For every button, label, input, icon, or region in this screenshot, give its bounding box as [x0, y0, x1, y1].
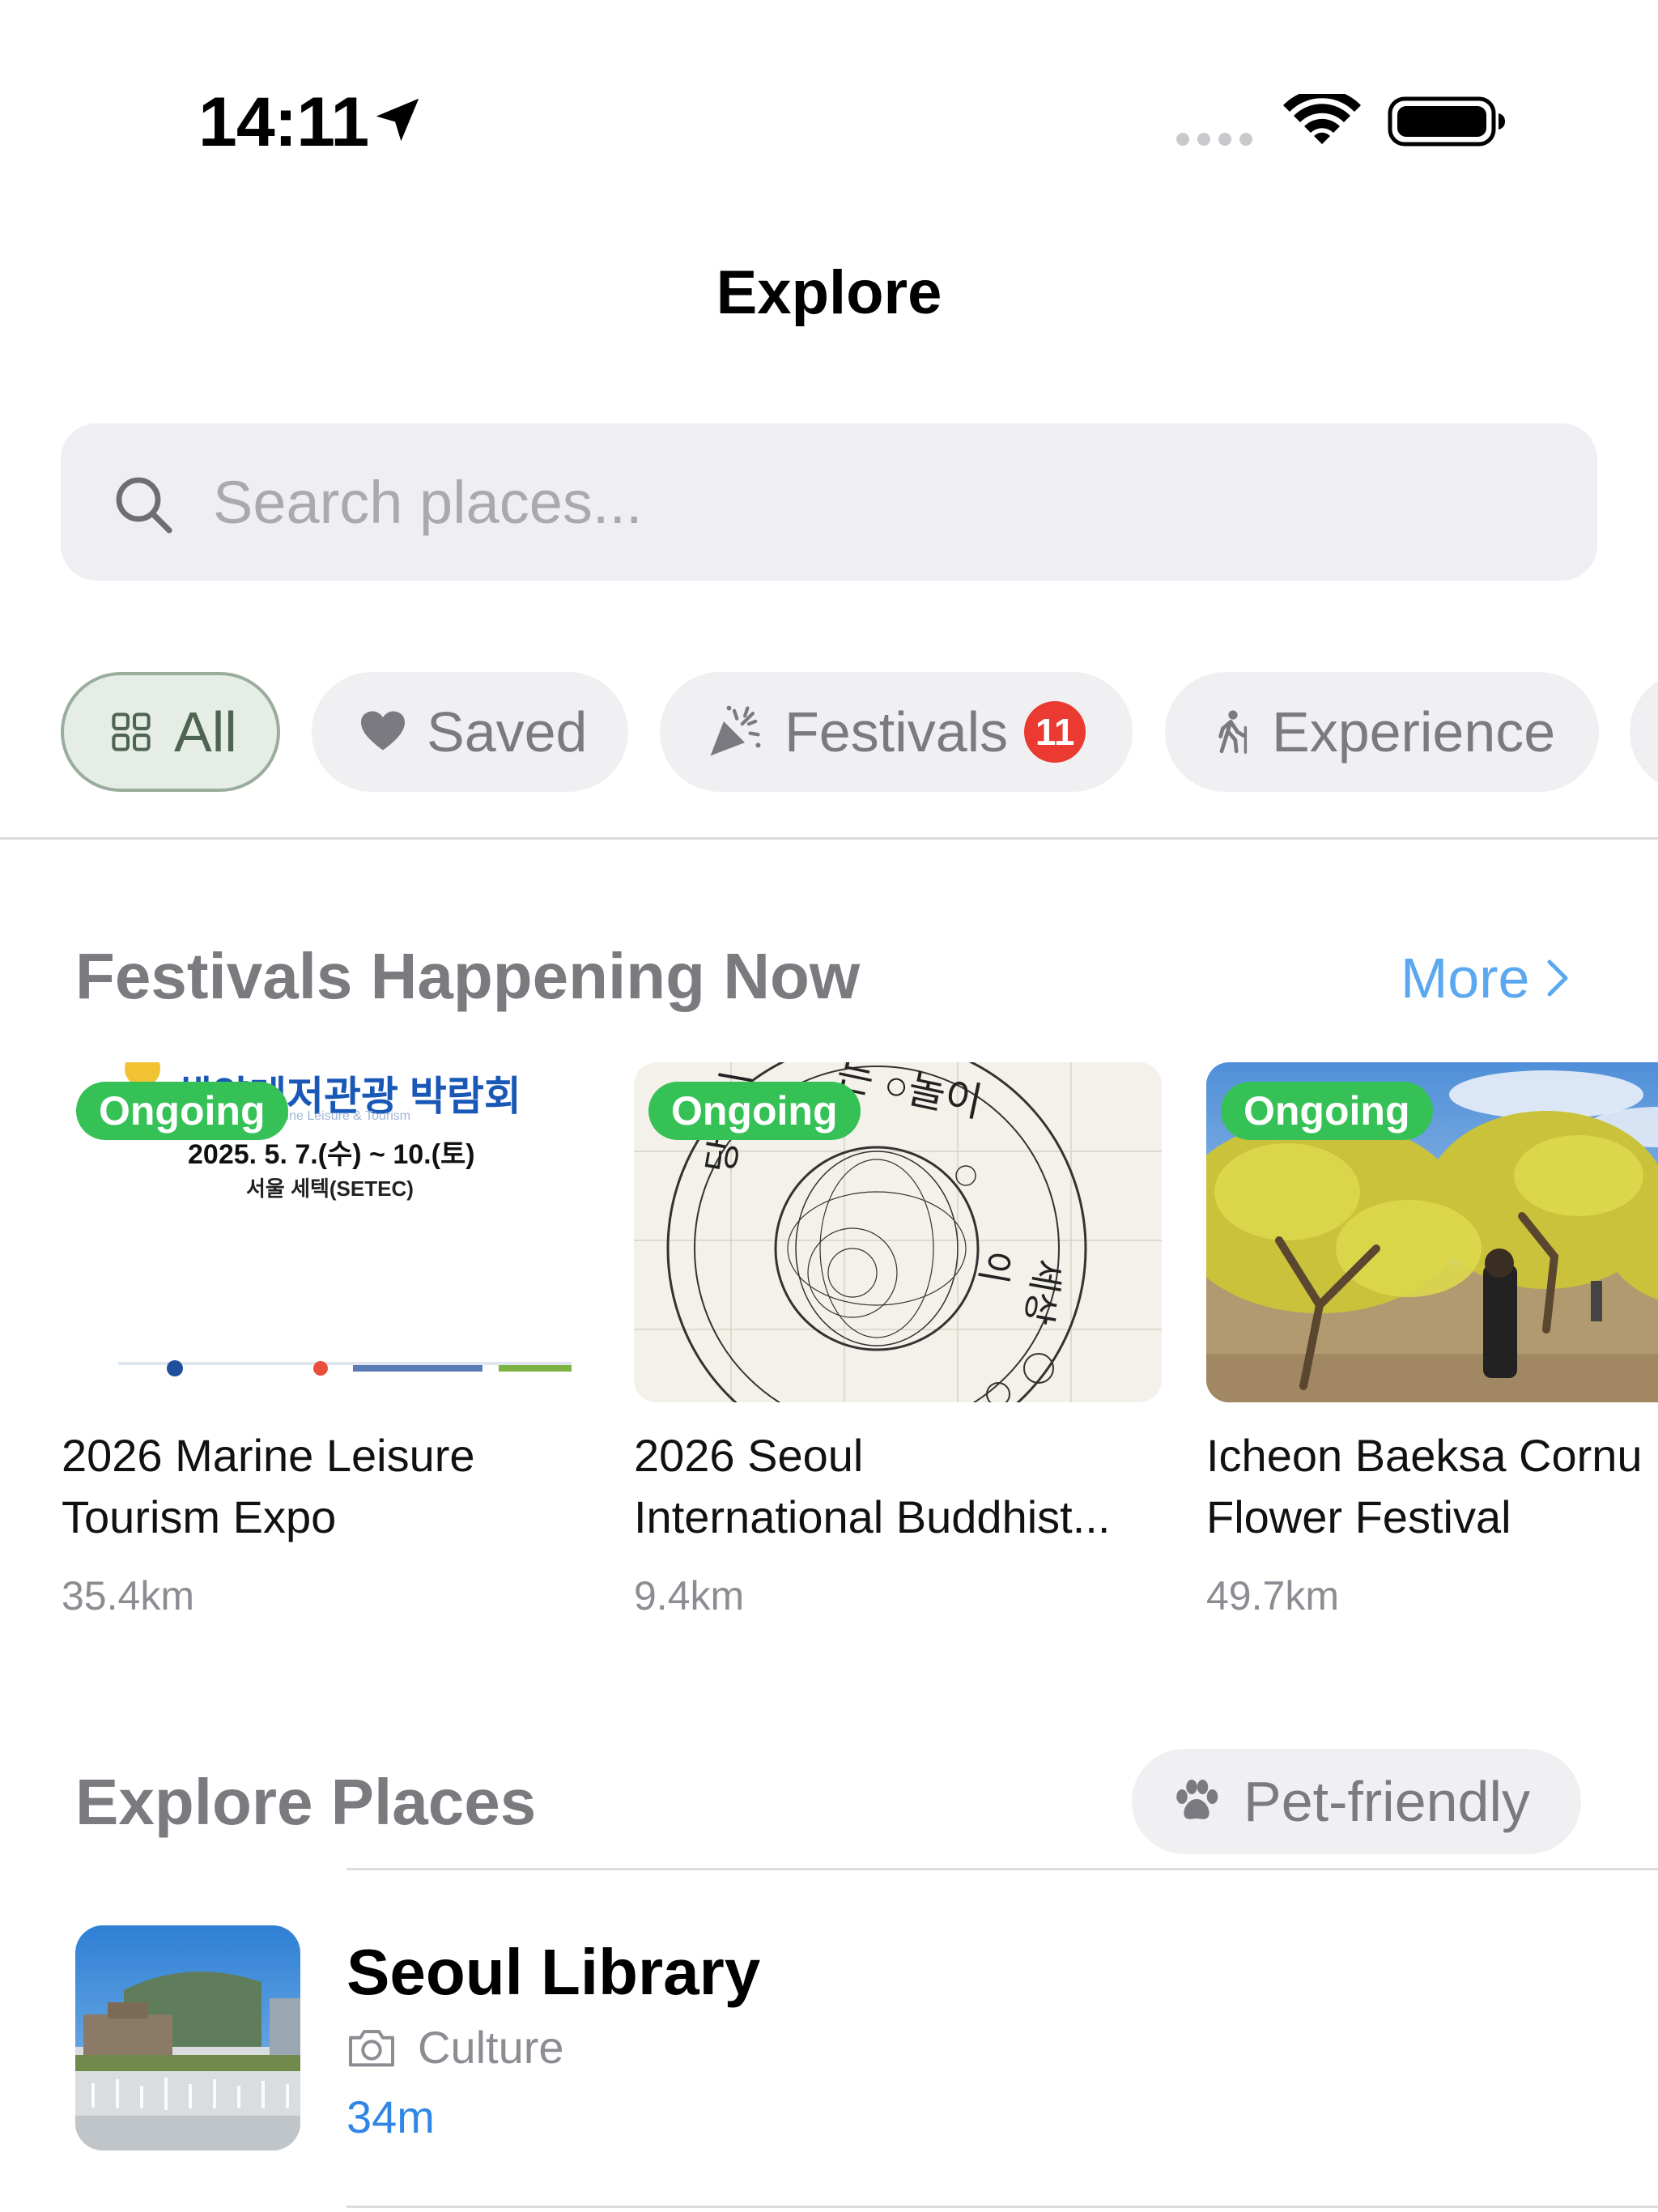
- festival-title-line: Flower Festival: [1206, 1491, 1511, 1542]
- festival-title-line: 2026 Seoul: [634, 1430, 864, 1481]
- search-input[interactable]: [213, 423, 1557, 581]
- place-name: Seoul Library: [346, 1936, 761, 2008]
- filter-chip-experience[interactable]: Experience: [1165, 672, 1599, 792]
- festival-poster-image: 는 ○놀이 당신이 세상이 Ongoing: [634, 1062, 1162, 1402]
- festival-poster-image: 해양레저관광 박람회 Marine Leisure & Tourism 2025…: [62, 1062, 589, 1402]
- ongoing-badge: Ongoing: [1221, 1082, 1433, 1140]
- festival-card[interactable]: Ongoing Icheon Baeksa Cornu Flower Festi…: [1206, 1062, 1658, 1619]
- festival-title-line: 2026 Marine Leisure: [62, 1430, 475, 1481]
- festival-title: 2026 Seoul International Buddhist...: [634, 1425, 1162, 1548]
- festival-title-line: Icheon Baeksa Cornu: [1206, 1430, 1643, 1481]
- filter-chip-saved[interactable]: Saved: [312, 672, 628, 792]
- more-festivals-link[interactable]: More: [1401, 946, 1570, 1010]
- filter-chip-label: Experience: [1272, 700, 1556, 764]
- place-distance: 34m: [346, 2091, 435, 2142]
- camera-icon: [349, 2029, 394, 2066]
- place-category-label: Culture: [418, 2022, 564, 2073]
- festival-card[interactable]: 는 ○놀이 당신이 세상이 Ongoing 2026 Seoul Interna…: [634, 1062, 1162, 1619]
- page-title: Explore: [716, 258, 942, 327]
- status-time: 14:11: [198, 83, 369, 161]
- search-icon: [116, 477, 172, 534]
- seoul-library-photo: [75, 1925, 300, 2150]
- ongoing-badge: Ongoing: [76, 1082, 288, 1140]
- ongoing-badge: Ongoing: [648, 1082, 861, 1140]
- filter-chips: All Saved Festivals 11 Experience: [61, 672, 1658, 792]
- festivals-section-title: Festivals Happening Now: [75, 940, 861, 1012]
- place-category: Culture: [346, 2021, 564, 2074]
- festival-title: Icheon Baeksa Cornu Flower Festival: [1206, 1425, 1658, 1548]
- party-popper-icon: [710, 705, 761, 756]
- list-divider: [346, 1868, 1658, 1870]
- location-arrow-icon: [376, 98, 419, 142]
- chevron-right-icon: [1547, 959, 1568, 997]
- list-divider: [346, 2206, 1658, 2208]
- status-bar: 14:11: [0, 0, 1658, 178]
- grid-icon: [112, 713, 151, 751]
- search-bar[interactable]: [61, 423, 1597, 581]
- festival-carousel[interactable]: 해양레저관광 박람회 Marine Leisure & Tourism 2025…: [0, 1062, 1658, 1629]
- header-divider: [0, 837, 1658, 840]
- place-thumbnail: [75, 1925, 300, 2150]
- paw-icon: [1176, 1780, 1218, 1819]
- more-label: More: [1401, 946, 1530, 1010]
- filter-chip-label: Saved: [427, 700, 588, 764]
- festival-title-line: Tourism Expo: [62, 1491, 337, 1542]
- poster-venue: 서울 세텍(SETEC): [246, 1176, 414, 1201]
- filter-chip-festivals[interactable]: Festivals 11: [660, 672, 1133, 792]
- festival-photo-image: Ongoing: [1206, 1062, 1658, 1402]
- festival-title-line: International Buddhist...: [634, 1491, 1111, 1542]
- pet-friendly-label: Pet-friendly: [1244, 1770, 1531, 1833]
- festival-distance: 49.7km: [1206, 1573, 1339, 1619]
- poster-right-text: 세상이: [971, 1247, 1069, 1328]
- wifi-icon: [1283, 94, 1361, 144]
- filter-chip-more[interactable]: [1630, 672, 1658, 792]
- hiker-icon: [1218, 710, 1248, 754]
- filter-chip-label: All: [174, 700, 237, 764]
- pet-friendly-filter-button[interactable]: Pet-friendly: [1132, 1749, 1581, 1854]
- filter-chip-all[interactable]: All: [61, 672, 280, 792]
- festival-title: 2026 Marine Leisure Tourism Expo: [62, 1425, 589, 1548]
- festival-card[interactable]: 해양레저관광 박람회 Marine Leisure & Tourism 2025…: [62, 1062, 589, 1619]
- festival-distance: 35.4km: [62, 1573, 194, 1619]
- heart-icon: [361, 711, 405, 751]
- places-section-title: Explore Places: [75, 1766, 537, 1838]
- cellular-signal-icon: [1176, 133, 1252, 146]
- festival-distance: 9.4km: [634, 1573, 745, 1619]
- battery-icon: [1388, 96, 1505, 147]
- festivals-count-badge: 11: [1024, 701, 1086, 763]
- filter-chip-label: Festivals: [784, 700, 1009, 764]
